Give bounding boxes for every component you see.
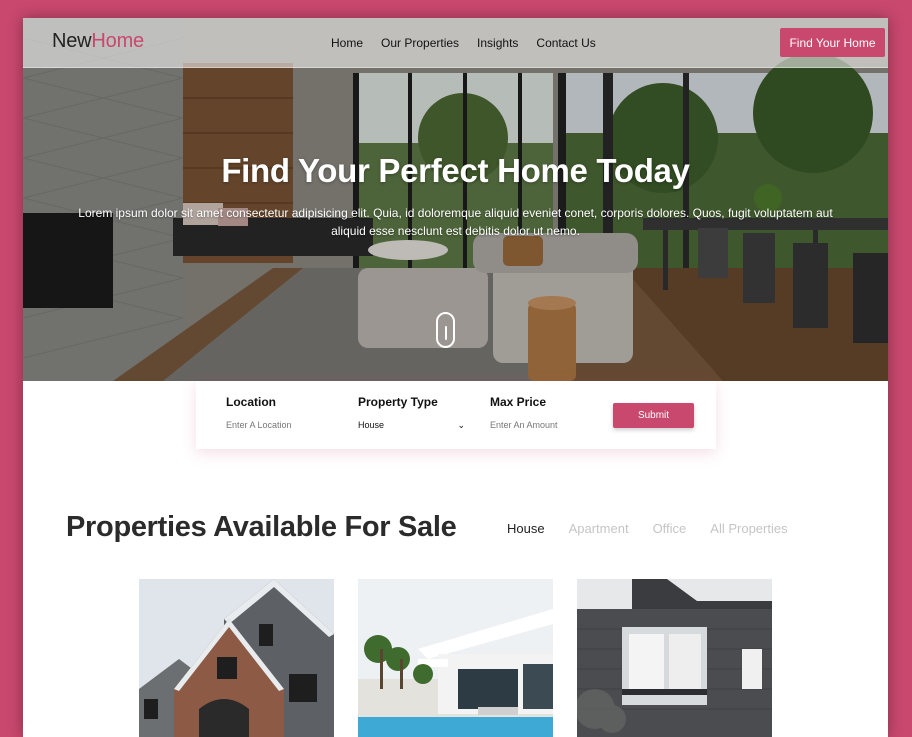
logo[interactable]: NewHome xyxy=(52,30,144,53)
property-image-modern-villa xyxy=(358,579,553,737)
main-nav: Home Our Properties Insights Contact Us xyxy=(331,36,614,50)
property-type-label: Property Type xyxy=(358,395,438,409)
location-input[interactable]: Enter A Location xyxy=(226,420,292,430)
nav-home[interactable]: Home xyxy=(331,36,363,50)
max-price-label: Max Price xyxy=(490,395,547,409)
site-header: NewHome Home Our Properties Insights Con… xyxy=(23,18,888,68)
property-image-brick-house xyxy=(139,579,334,737)
property-type-value: House xyxy=(358,420,385,430)
max-price-field: Max Price Enter An Amount xyxy=(490,395,558,430)
property-type-field: Property Type House ⌄ xyxy=(358,395,465,431)
section-title: Properties Available For Sale xyxy=(66,511,457,543)
property-card-house-1[interactable] xyxy=(139,579,334,737)
submit-button[interactable]: Submit xyxy=(613,403,694,428)
property-tabs: House Apartment Office All Properties xyxy=(507,521,812,536)
property-image-dark-brick-house xyxy=(577,579,772,737)
find-your-home-button[interactable]: Find Your Home xyxy=(780,28,885,57)
property-type-select[interactable]: House ⌄ xyxy=(358,420,465,431)
chevron-down-icon: ⌄ xyxy=(457,420,465,430)
page-frame: Find Your Perfect Home Today Lorem ipsum… xyxy=(23,18,888,737)
hero-section: Find Your Perfect Home Today Lorem ipsum… xyxy=(23,18,888,381)
property-card-house-2[interactable] xyxy=(358,579,553,737)
max-price-input[interactable]: Enter An Amount xyxy=(490,420,558,430)
tab-house[interactable]: House xyxy=(507,521,545,536)
hero-overlay xyxy=(23,18,888,381)
nav-our-properties[interactable]: Our Properties xyxy=(381,36,459,50)
search-panel: Location Enter A Location Property Type … xyxy=(196,381,716,449)
logo-text: New xyxy=(52,30,92,52)
hero-title: Find Your Perfect Home Today xyxy=(221,152,690,189)
tab-office[interactable]: Office xyxy=(653,521,687,536)
logo-accent-text: Home xyxy=(91,30,144,52)
location-label: Location xyxy=(226,395,276,409)
property-card-house-3[interactable] xyxy=(577,579,772,737)
location-field: Location Enter A Location xyxy=(226,395,292,430)
hero-subtitle: Lorem ipsum dolor sit amet consectetur a… xyxy=(78,206,833,238)
tab-apartment[interactable]: Apartment xyxy=(569,521,629,536)
scroll-wheel xyxy=(445,326,447,340)
scroll-mouse-icon[interactable] xyxy=(436,312,455,348)
tab-all-properties[interactable]: All Properties xyxy=(710,521,787,536)
nav-contact-us[interactable]: Contact Us xyxy=(536,36,595,50)
nav-insights[interactable]: Insights xyxy=(477,36,518,50)
